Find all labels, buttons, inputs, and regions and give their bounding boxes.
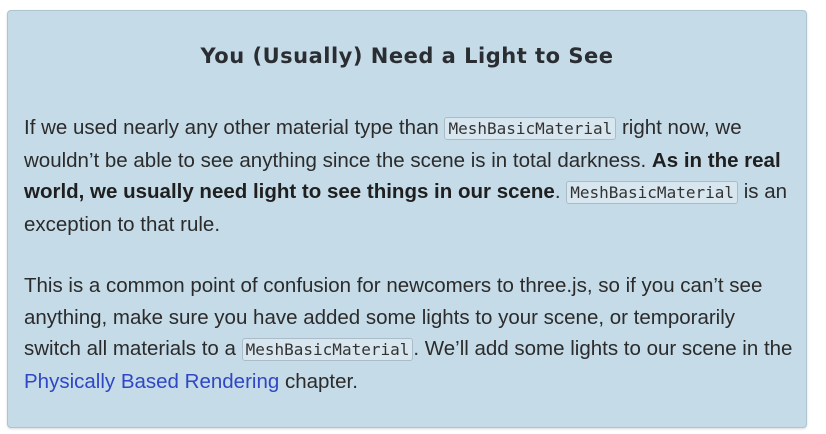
inline-code: MeshBasicMaterial [241, 338, 414, 362]
note-callout: You (Usually) Need a Light to See If we … [7, 10, 807, 428]
paragraph-text: . We’ll add some lights to our scene in … [413, 337, 793, 361]
inline-code: MeshBasicMaterial [444, 117, 617, 140]
paragraph-text: . [554, 180, 567, 204]
inline-code: MeshBasicMaterial [566, 181, 738, 205]
callout-title: You (Usually) Need a Light to See [200, 44, 614, 68]
callout-paragraph-1: If we used nearly any other material typ… [24, 112, 796, 240]
chapter-link[interactable]: Physically Based Rendering [24, 370, 279, 393]
callout-paragraph-2: This is a common point of confusion for … [24, 270, 796, 397]
paragraph-text: chapter. [279, 369, 358, 393]
paragraph-text: If we used nearly any other material typ… [24, 116, 445, 139]
